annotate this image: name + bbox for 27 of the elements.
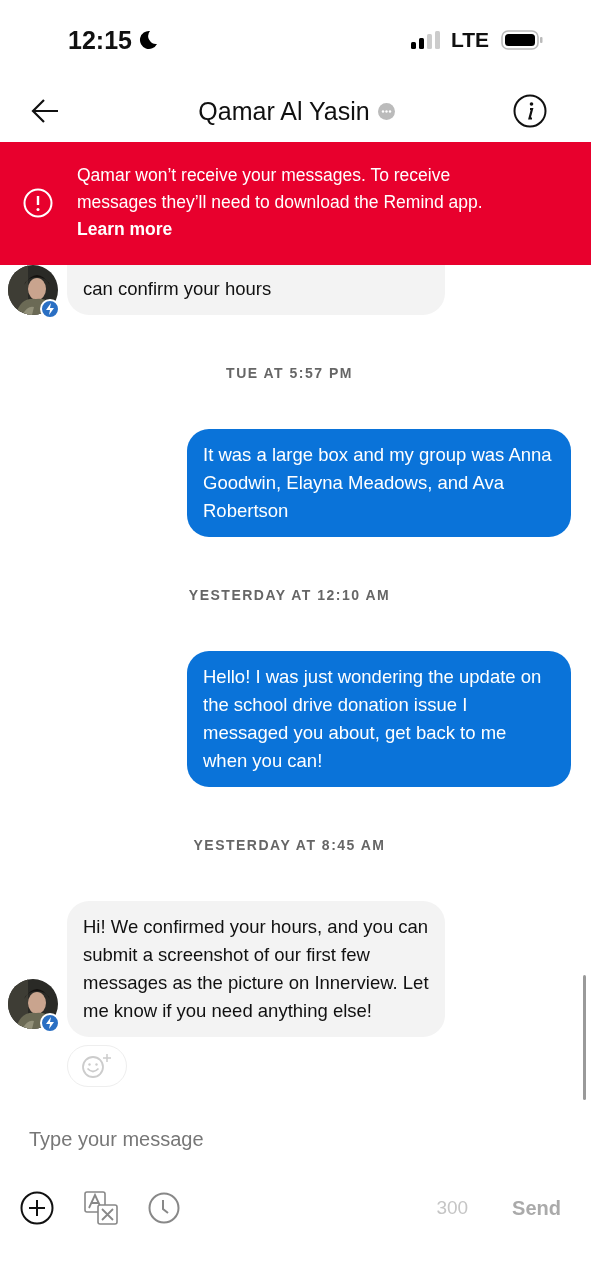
alert-icon <box>23 187 53 218</box>
received-message: can confirm your hours <box>67 265 445 315</box>
bolt-badge-icon <box>40 1013 60 1033</box>
timestamp: YESTERDAY AT 12:10 AM <box>187 587 392 603</box>
scrollbar[interactable] <box>583 975 586 1100</box>
back-arrow-icon[interactable] <box>30 98 60 124</box>
timestamp: TUE AT 5:57 PM <box>225 365 354 381</box>
sent-message: It was a large box and my group was Anna Goodwin, Elayna Meadows, and Ava Robertson <box>187 429 571 537</box>
signal-icon <box>410 31 441 49</box>
info-icon[interactable] <box>513 94 547 128</box>
battery-icon <box>501 30 543 50</box>
add-icon[interactable] <box>20 1191 54 1225</box>
moon-icon <box>137 30 158 50</box>
clock-time: 12:15 <box>68 25 132 55</box>
received-message: Hi! We confirmed your hours, and you can submit a screenshot of our first few messages as the picture on Innerview. Let me know if you need anything else! <box>67 901 445 1037</box>
network-label: LTE <box>450 28 489 52</box>
timestamp: YESTERDAY AT 8:45 AM <box>192 837 387 853</box>
translate-icon[interactable] <box>84 1191 118 1225</box>
clock-icon[interactable] <box>148 1192 180 1224</box>
message-input[interactable]: Type your message <box>20 1106 561 1171</box>
sent-message: Hello! I was just wondering the update on the school drive donation issue I messaged you about, get back to me when you can! <box>187 651 571 787</box>
contact-name: Qamar Al Yasin <box>198 96 370 126</box>
bolt-badge-icon <box>40 299 60 319</box>
character-count: 300 <box>436 1197 469 1219</box>
more-dots-icon[interactable] <box>377 102 395 120</box>
warning-text: Qamar won’t receive your messages. To receive messages they’ll need to download the Remind app. <box>77 164 484 214</box>
learn-more-link[interactable]: Learn more <box>77 216 173 243</box>
